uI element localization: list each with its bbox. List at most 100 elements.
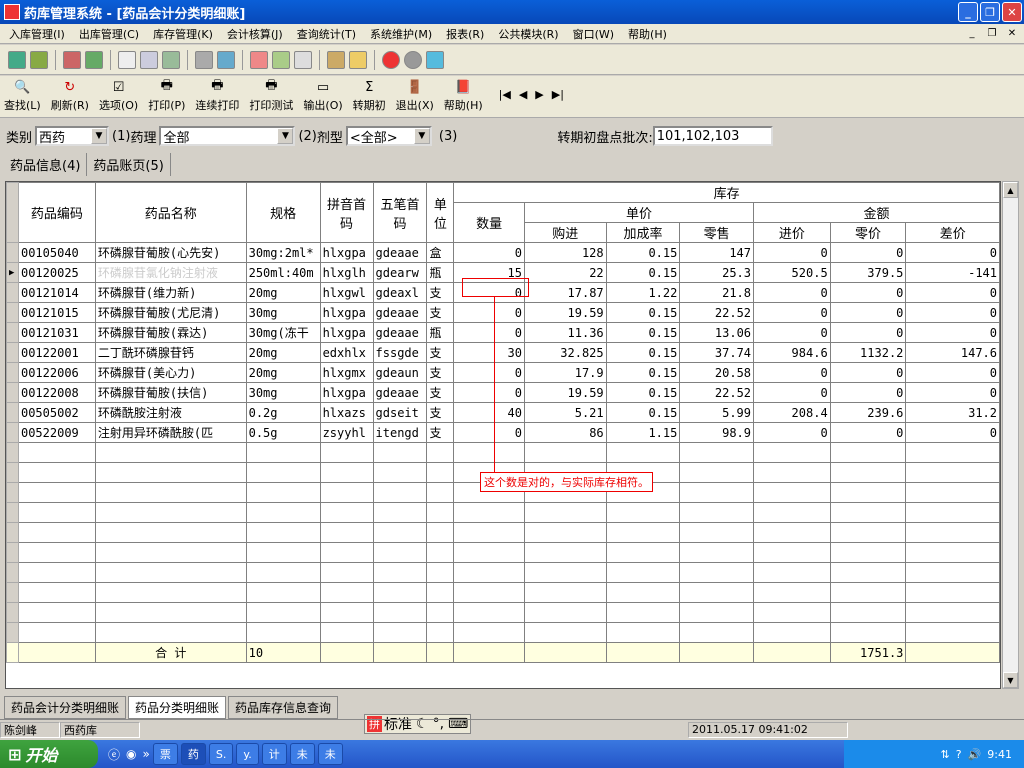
quicklaunch-media-icon[interactable]: ◉ — [126, 747, 136, 761]
cell-qty[interactable]: 0 — [453, 302, 525, 323]
table-row[interactable]: 00505002 环磷酰胺注射液 0.2g hlxazs gdseit 支 40 5.21 0.… — [6, 402, 1000, 423]
menu-accounting[interactable]: 会计核算(J) — [220, 26, 290, 42]
mdi-minimize-button[interactable]: _ — [964, 26, 980, 41]
cell-rv[interactable]: 0 — [829, 242, 907, 263]
cell-retail[interactable]: 22.52 — [679, 302, 755, 323]
cell-spec[interactable]: 30mg — [245, 302, 321, 323]
task-item[interactable]: S. — [208, 743, 234, 765]
chevron-down-icon[interactable]: ▼ — [91, 128, 108, 144]
cell-markup[interactable]: 1.22 — [605, 282, 681, 303]
row-indicator[interactable] — [6, 382, 19, 403]
col-cost[interactable]: 进价 — [753, 222, 831, 243]
col-qty[interactable]: 数量 — [453, 202, 525, 243]
cell-buy[interactable]: 17.9 — [523, 362, 607, 383]
cell-qty[interactable]: 0 — [453, 362, 525, 383]
cell-name[interactable]: 注射用异环磷酰胺(匹 — [94, 422, 247, 443]
continuous-print-button[interactable]: 🖶 连续打印 — [195, 78, 239, 113]
volume-icon[interactable]: 🔊 — [968, 748, 982, 761]
row-indicator[interactable] — [6, 282, 19, 303]
tab-accounting-ledger[interactable]: 药品会计分类明细账 — [4, 695, 127, 719]
cell-qty[interactable]: 0 — [453, 242, 525, 263]
table-row[interactable]: 00122001 二丁酰环磷腺苷钙 20mg edxhlx fssgde 支 30 32.82… — [6, 342, 1000, 363]
cell-diff[interactable]: 147.6 — [905, 342, 1000, 363]
cell-retail[interactable]: 5.99 — [679, 402, 755, 423]
menu-inventory[interactable]: 库存管理(K) — [146, 26, 220, 42]
table-row[interactable]: 00121031 环磷腺苷葡胺(霖达) 30mg(冻干 hlxgpa gdeaae 瓶 0 1… — [6, 322, 1000, 343]
cell-diff[interactable]: 0 — [905, 302, 1000, 323]
cell-wubi[interactable]: itengd — [372, 422, 428, 443]
cell-qty[interactable]: 40 — [453, 402, 525, 423]
cell-markup[interactable]: 0.15 — [605, 342, 681, 363]
cell-rv[interactable]: 239.6 — [829, 402, 907, 423]
cell-wubi[interactable]: gdeaxl — [372, 282, 428, 303]
cell-rv[interactable]: 0 — [829, 382, 907, 403]
table-row[interactable]: 00122006 环磷腺苷(美心力) 20mg hlxgmx gdeaun 支 0 17.9 0… — [6, 362, 1000, 383]
tab-drug-info[interactable]: 药品信息(4) — [4, 153, 88, 176]
row-indicator[interactable] — [6, 422, 19, 443]
col-name[interactable]: 药品名称 — [94, 182, 247, 243]
cell-retail[interactable]: 22.52 — [679, 382, 755, 403]
truck-icon[interactable] — [327, 50, 345, 69]
cell-retail[interactable]: 25.3 — [679, 262, 755, 283]
pharmacology-select[interactable]: 全部 ▼ — [159, 126, 296, 146]
cell-retail[interactable]: 37.74 — [679, 342, 755, 363]
cell-code[interactable]: 00121031 — [17, 322, 96, 343]
batch-input[interactable]: 101,102,103 — [652, 126, 773, 146]
start-button[interactable]: ⊞ 开始 — [0, 740, 98, 768]
cell-pinyin[interactable]: hlxazs — [319, 402, 374, 423]
cell-buy[interactable]: 86 — [523, 422, 607, 443]
cell-code[interactable]: 00121015 — [17, 302, 96, 323]
cell-code[interactable]: 00122006 — [17, 362, 96, 383]
cell-diff[interactable]: 0 — [905, 242, 1000, 263]
cell-unit[interactable]: 支 — [426, 362, 455, 383]
cell-name[interactable]: 环磷腺苷葡胺(扶信) — [94, 382, 247, 403]
cell-diff[interactable]: 0 — [905, 382, 1000, 403]
cell-cost[interactable]: 520.5 — [753, 262, 831, 283]
cell-qty[interactable]: 30 — [453, 342, 525, 363]
cell-qty[interactable]: 0 — [453, 322, 525, 343]
cell-diff[interactable]: 0 — [905, 322, 1000, 343]
clipboard-icon[interactable] — [118, 50, 136, 69]
stamp-icon[interactable] — [195, 50, 213, 69]
cell-cost[interactable]: 984.6 — [753, 342, 831, 363]
cell-cost[interactable]: 208.4 — [753, 402, 831, 423]
cell-wubi[interactable]: gdeaae — [372, 382, 428, 403]
thermometer-icon[interactable] — [349, 50, 367, 69]
print-test-button[interactable]: 🖶 打印测试 — [249, 78, 293, 113]
cell-markup[interactable]: 0.15 — [605, 322, 681, 343]
table-icon[interactable] — [217, 50, 235, 69]
category-select[interactable]: 西药 ▼ — [35, 126, 110, 146]
cell-markup[interactable]: 0.15 — [605, 382, 681, 403]
quicklaunch-more-icon[interactable]: » — [143, 747, 150, 761]
cell-spec[interactable]: 0.5g — [245, 422, 321, 443]
col-retail-value[interactable]: 零价 — [829, 222, 907, 243]
chevron-down-icon[interactable]: ▼ — [277, 128, 294, 144]
import-icon[interactable] — [8, 50, 26, 69]
cell-unit[interactable]: 支 — [426, 382, 455, 403]
col-spec[interactable]: 规格 — [245, 182, 321, 243]
cell-cost[interactable]: 0 — [753, 302, 831, 323]
cell-cost[interactable]: 0 — [753, 362, 831, 383]
cell-pinyin[interactable]: hlxgpa — [319, 302, 374, 323]
col-pinyin[interactable]: 拼音首码 — [319, 182, 374, 243]
cell-buy[interactable]: 5.21 — [523, 402, 607, 423]
cell-markup[interactable]: 0.15 — [605, 402, 681, 423]
check-icon[interactable] — [85, 50, 103, 69]
cell-buy[interactable]: 19.59 — [523, 302, 607, 323]
table-row[interactable]: 00105040 环磷腺苷葡胺(心先安) 30mg:2ml* hlxgpa gdeaae… — [6, 242, 1000, 263]
tab-category-ledger[interactable]: 药品分类明细账 — [128, 695, 227, 719]
scroll-down-icon[interactable]: ▼ — [1003, 672, 1018, 688]
first-record-icon[interactable]: |◀ — [499, 88, 511, 101]
cell-diff[interactable]: 31.2 — [905, 402, 1000, 423]
col-code[interactable]: 药品编码 — [17, 182, 96, 243]
cell-unit[interactable]: 支 — [426, 342, 455, 363]
cell-code[interactable]: 00120025 — [17, 262, 96, 283]
task-item[interactable]: 计 — [261, 743, 287, 765]
cell-name[interactable]: 环磷腺苷葡胺(尤尼清) — [94, 302, 247, 323]
tab-stock-query[interactable]: 药品库存信息查询 — [228, 695, 339, 719]
next-record-icon[interactable]: ▶ — [535, 88, 543, 101]
menu-common[interactable]: 公共模块(R) — [491, 26, 565, 42]
cell-qty[interactable]: 0 — [453, 422, 525, 443]
cell-name[interactable]: 环磷腺苷葡胺(心先安) — [94, 242, 247, 263]
task-item[interactable]: 未 — [289, 743, 315, 765]
